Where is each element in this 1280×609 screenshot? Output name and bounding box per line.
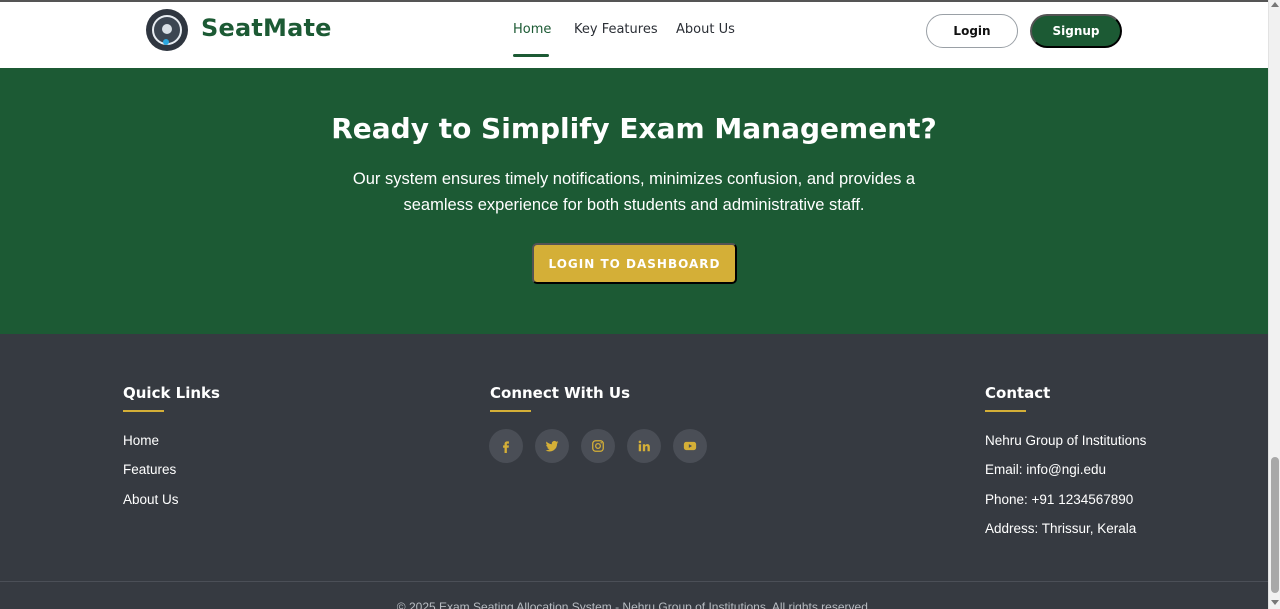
youtube-icon[interactable] (673, 429, 707, 463)
scroll-up-arrow-icon[interactable] (1271, 2, 1279, 7)
cta-title: Ready to Simplify Exam Management? (331, 112, 937, 145)
footer-divider (0, 581, 1268, 582)
footer-link-home[interactable]: Home (123, 433, 159, 448)
copyright-text: © 2025 Exam Seating Allocation System - … (396, 600, 872, 609)
cta-section: Ready to Simplify Exam Management? Our s… (0, 68, 1268, 334)
signup-button[interactable]: Signup (1030, 14, 1122, 48)
site-footer: Quick Links Home Features About Us Conne… (0, 334, 1268, 609)
nav-active-indicator (513, 54, 549, 57)
contact-phone: Phone: +91 1234567890 (985, 492, 1134, 507)
brand-name[interactable]: SeatMate (201, 14, 332, 42)
logo-dot (163, 39, 169, 45)
connect-heading: Connect With Us (490, 384, 630, 402)
login-button[interactable]: Login (926, 14, 1018, 48)
instagram-icon[interactable] (581, 429, 615, 463)
nav-home[interactable]: Home (513, 22, 551, 40)
contact-heading: Contact (985, 384, 1051, 402)
footer-link-about-us[interactable]: About Us (123, 492, 179, 507)
footer-link-features[interactable]: Features (123, 462, 176, 477)
quick-links-underline (123, 410, 164, 412)
site-header: SeatMate Home Key Features About Us Logi… (0, 0, 1268, 68)
page: SeatMate Home Key Features About Us Logi… (0, 0, 1268, 609)
contact-organization: Nehru Group of Institutions (985, 433, 1147, 448)
contact-address: Address: Thrissur, Kerala (985, 521, 1137, 536)
page-scrollbar[interactable] (1268, 0, 1280, 609)
contact-email: Email: info@ngi.edu (985, 462, 1107, 477)
connect-underline (490, 410, 531, 412)
quick-links-heading: Quick Links (123, 384, 220, 402)
contact-underline (985, 410, 1026, 412)
scroll-down-arrow-icon[interactable] (1271, 600, 1279, 605)
nav-about-us[interactable]: About Us (676, 22, 735, 40)
scrollbar-thumb[interactable] (1271, 457, 1279, 593)
facebook-icon[interactable] (489, 429, 523, 463)
nav-key-features[interactable]: Key Features (574, 22, 658, 40)
twitter-icon[interactable] (535, 429, 569, 463)
login-to-dashboard-button[interactable]: LOGIN TO DASHBOARD (532, 243, 737, 284)
cta-description: Our system ensures timely notifications,… (352, 170, 916, 214)
linkedin-icon[interactable] (627, 429, 661, 463)
